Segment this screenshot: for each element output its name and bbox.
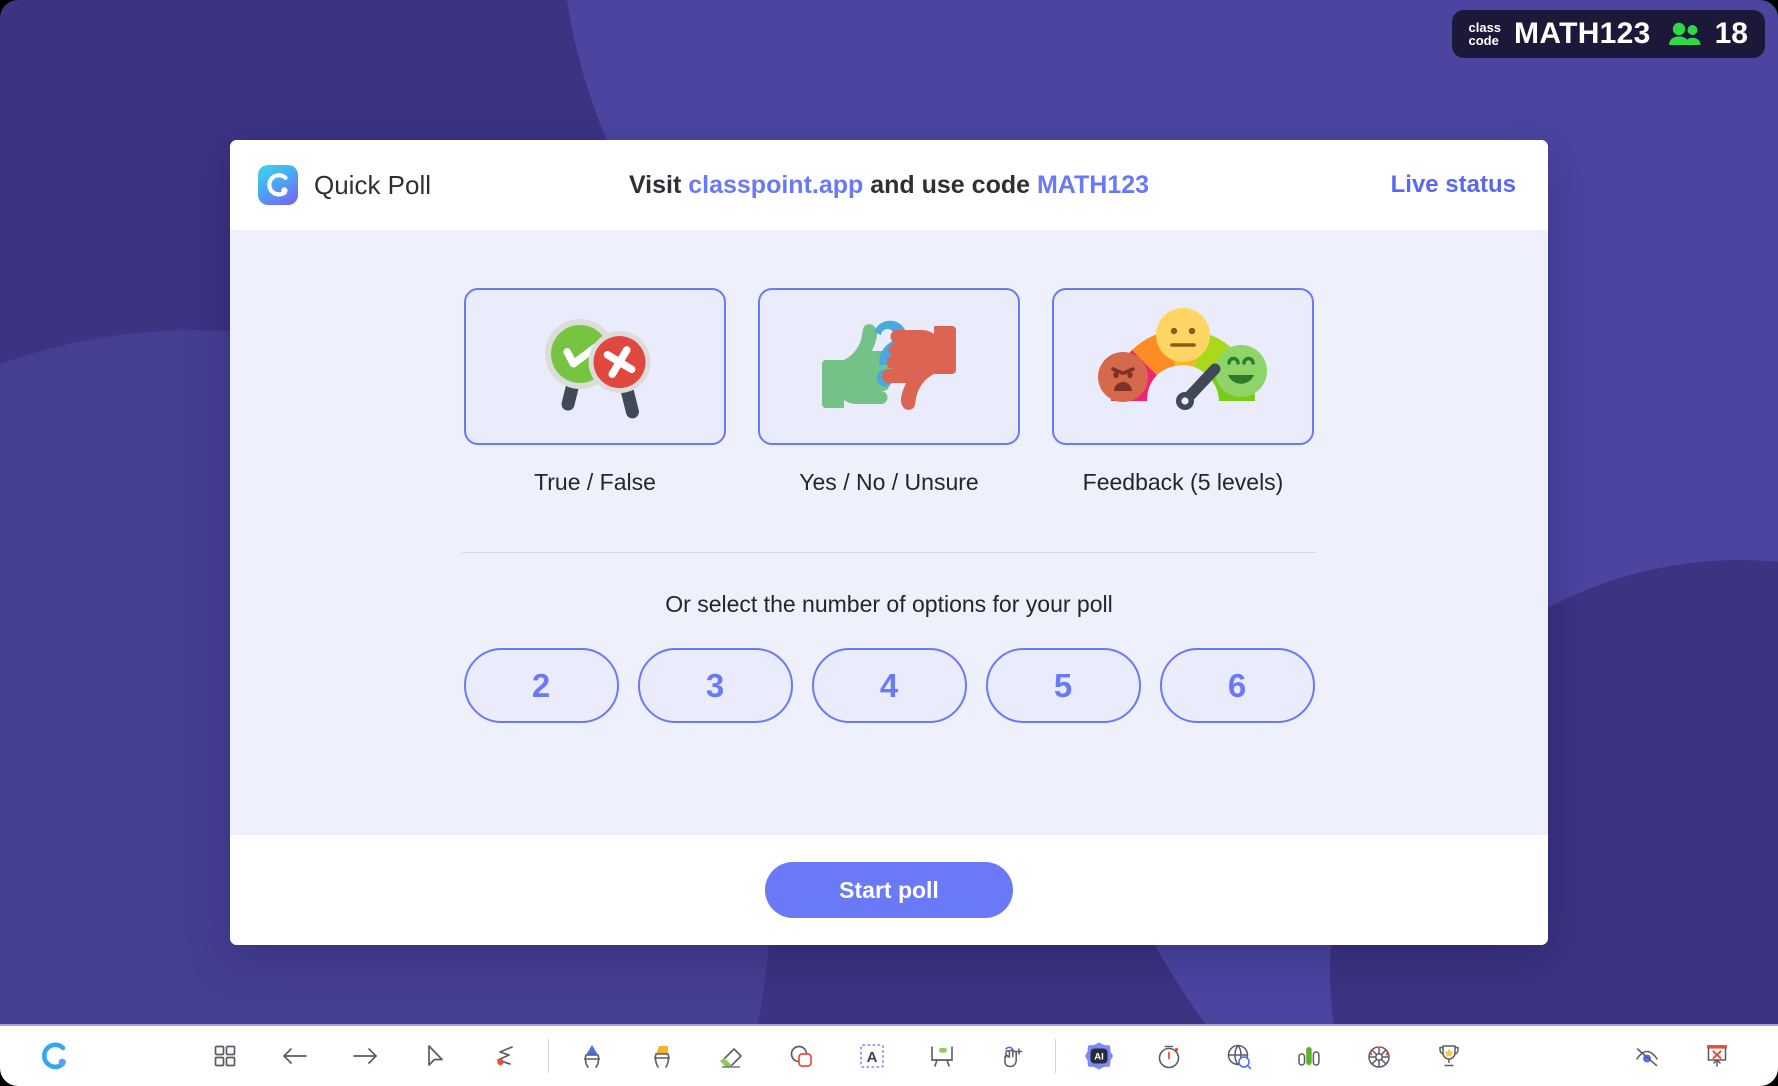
laser-pointer-icon[interactable]	[470, 1030, 540, 1082]
svg-text:A: A	[867, 1049, 878, 1066]
option-count-2[interactable]: 2	[463, 648, 619, 723]
poll-type-feedback: Feedback (5 levels)	[1052, 288, 1314, 496]
ai-badge-icon[interactable]: AI	[1064, 1030, 1134, 1082]
live-status-wrap: Live status	[1391, 171, 1516, 199]
classpoint-logo-icon	[258, 165, 298, 205]
page-title: Quick Poll	[314, 169, 432, 200]
eye-slash-icon[interactable]	[1612, 1030, 1682, 1082]
poll-type-card-yes-no-unsure[interactable]	[758, 288, 1020, 445]
panel-body: True / False Yes / No / Unsure Feedback …	[230, 230, 1548, 835]
poll-type-row: True / False Yes / No / Unsure Feedback …	[464, 288, 1314, 496]
option-count-5[interactable]: 5	[985, 648, 1141, 723]
spinner-wheel-icon[interactable]	[1344, 1030, 1414, 1082]
toolbar-separator	[548, 1039, 549, 1073]
classpoint-url: classpoint.app	[688, 170, 864, 199]
poll-type-label: Yes / No / Unsure	[799, 469, 979, 495]
instruction-prefix: Visit	[628, 170, 689, 199]
grid-icon[interactable]	[190, 1030, 260, 1082]
poll-type-label: Feedback (5 levels)	[1082, 469, 1284, 495]
poll-type-card-feedback[interactable]	[1052, 288, 1314, 445]
bar-chart-icon[interactable]	[1274, 1030, 1344, 1082]
class-code-value: MATH123	[1514, 17, 1651, 50]
participant-count: 18	[1714, 17, 1748, 50]
poll-type-label: True / False	[534, 469, 656, 495]
options-prompt: Or select the number of options for your…	[665, 591, 1113, 617]
instruction-middle: and use code	[863, 170, 1037, 199]
highlighter-icon[interactable]	[627, 1030, 697, 1082]
globe-search-icon[interactable]	[1204, 1030, 1274, 1082]
poll-type-true-false: True / False	[464, 288, 726, 496]
shapes-icon[interactable]	[767, 1030, 837, 1082]
panel-brand: Quick Poll	[258, 165, 431, 205]
text-box-icon[interactable]: A	[837, 1030, 907, 1082]
arrow-left-icon[interactable]	[260, 1030, 330, 1082]
toolbar-activity-group: AI	[1064, 1030, 1484, 1082]
exit-presentation-icon[interactable]	[1682, 1030, 1752, 1082]
toolbar-navigation-group	[190, 1030, 557, 1082]
trophy-icon[interactable]	[1414, 1030, 1484, 1082]
quick-poll-panel: Quick Poll Visit classpoint.app and use …	[230, 140, 1548, 945]
poll-type-yes-no-unsure: Yes / No / Unsure	[758, 288, 1020, 496]
whiteboard-icon[interactable]	[907, 1030, 977, 1082]
panel-footer: Start poll	[230, 835, 1548, 945]
drag-hand-icon[interactable]	[977, 1030, 1047, 1082]
panel-header: Quick Poll Visit classpoint.app and use …	[230, 140, 1548, 230]
svg-text:AI: AI	[1094, 1051, 1104, 1062]
toolbar-classpoint-logo-icon[interactable]	[40, 1041, 70, 1071]
presentation-toolbar: A AI	[0, 1024, 1778, 1086]
timer-icon[interactable]	[1134, 1030, 1204, 1082]
paddles-check-cross-icon	[520, 304, 670, 429]
live-status-link[interactable]: Live status	[1391, 171, 1516, 198]
section-divider	[462, 552, 1316, 553]
people-icon	[1668, 21, 1702, 47]
toolbar-separator	[1055, 1039, 1056, 1073]
poll-type-card-true-false[interactable]	[464, 288, 726, 445]
eraser-icon[interactable]	[697, 1030, 767, 1082]
option-count-row: 2 3 4 5 6	[463, 648, 1315, 723]
option-count-4[interactable]: 4	[811, 648, 967, 723]
toolbar-annotation-group: A	[557, 1030, 1064, 1082]
pen-icon[interactable]	[557, 1030, 627, 1082]
thumbs-question-icon	[808, 308, 970, 425]
toolbar-right-group	[1612, 1030, 1752, 1082]
class-code-label: class code	[1468, 20, 1502, 48]
arrow-right-icon[interactable]	[330, 1030, 400, 1082]
option-count-3[interactable]: 3	[637, 648, 793, 723]
start-poll-button[interactable]: Start poll	[765, 862, 1013, 918]
instruction-class-code: MATH123	[1036, 170, 1150, 199]
app-window: class code MATH123 18 Quick Poll Visit c…	[0, 0, 1778, 1086]
class-code-badge[interactable]: class code MATH123 18	[1451, 10, 1765, 58]
feedback-gauge-icon	[1097, 305, 1269, 428]
option-count-6[interactable]: 6	[1159, 648, 1315, 723]
cursor-icon[interactable]	[400, 1030, 470, 1082]
